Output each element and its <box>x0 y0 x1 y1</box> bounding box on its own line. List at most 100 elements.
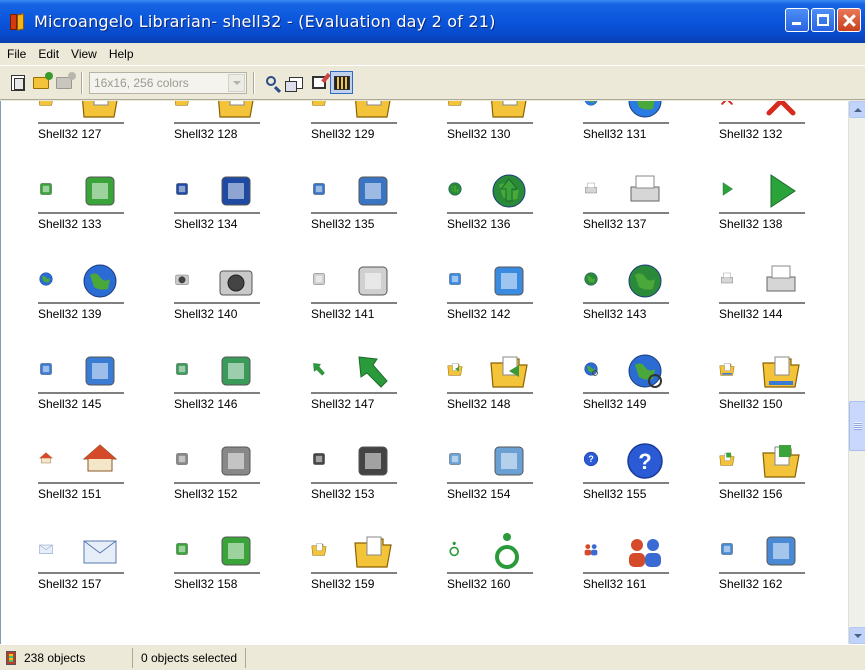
icon-grid: Shell32 127 Shell32 128 Shell32 129 Shell32… <box>38 101 805 591</box>
icon-cell[interactable]: Shell32 129 <box>311 101 397 141</box>
icon-cell[interactable]: Shell32 137 <box>583 175 669 231</box>
icon-cell[interactable]: Shell32 135 <box>311 176 397 231</box>
clock-green-icon <box>221 536 251 566</box>
icon-label: Shell32 161 <box>583 577 647 591</box>
icon-cell[interactable]: Shell32 149 <box>583 354 669 411</box>
folder-icon <box>55 71 76 89</box>
scanner-icon <box>766 265 796 292</box>
icon-cell[interactable]: Shell32 148 <box>447 356 533 411</box>
icon-cell[interactable]: Shell32 158 <box>174 536 260 591</box>
clock-bin-icon <box>449 453 461 465</box>
icon-cell[interactable]: Shell32 145 <box>38 356 124 411</box>
disc-arm-icon <box>313 453 325 465</box>
icon-cell[interactable]: Shell32 143 <box>583 264 669 321</box>
icon-cell[interactable]: Shell32 157 <box>38 540 124 591</box>
icon-format-value: 16x16, 256 colors <box>94 75 189 90</box>
minimize-button[interactable] <box>785 8 809 32</box>
menu-help[interactable]: Help <box>103 43 140 65</box>
clock-bin-icon <box>494 446 524 476</box>
icon-cell[interactable]: Shell32 128 <box>174 101 260 141</box>
red-x-icon <box>721 101 733 105</box>
icon-cell[interactable]: Shell32 146 <box>174 356 260 411</box>
icon-cell[interactable]: Shell32 142 <box>447 266 533 321</box>
icon-cell[interactable]: ? ? Shell32 155 <box>583 443 669 501</box>
icon-cell[interactable]: Shell32 131 <box>583 101 669 141</box>
icon-cell[interactable]: Shell32 138 <box>719 174 805 231</box>
icon-label: Shell32 143 <box>583 307 647 321</box>
menu-edit[interactable]: Edit <box>32 43 65 65</box>
play-icon <box>722 182 733 196</box>
windows-button[interactable] <box>284 71 307 94</box>
folder-arrows-icon <box>490 356 528 388</box>
icon-label: Shell32 140 <box>174 307 238 321</box>
title-bar[interactable]: Microangelo Librarian- shell32 - (Evalua… <box>0 0 865 43</box>
status-selection: 0 objects selected <box>133 647 247 668</box>
icon-label: Shell32 138 <box>719 217 783 231</box>
icon-label: Shell32 145 <box>38 397 102 411</box>
scroll-thumb[interactable] <box>849 401 865 451</box>
vertical-scrollbar[interactable] <box>848 101 865 644</box>
chevron-down-icon[interactable] <box>228 73 245 92</box>
icon-cell[interactable]: Shell32 147 <box>311 356 397 411</box>
edit-button[interactable] <box>307 71 330 94</box>
icon-cell[interactable]: Shell32 161 <box>583 539 669 591</box>
zoom-button[interactable] <box>261 71 284 94</box>
icon-cell[interactable]: Shell32 160 <box>447 533 533 591</box>
clock-disc-icon <box>176 453 188 465</box>
globe-frame-icon <box>584 272 598 286</box>
icon-cell[interactable]: Shell32 150 <box>719 356 805 411</box>
icon-cell[interactable]: Shell32 127 <box>38 101 124 141</box>
icon-cell[interactable]: Shell32 156 <box>719 445 805 501</box>
icon-cell[interactable]: Shell32 130 <box>447 101 533 141</box>
help-icon: ? <box>583 451 599 467</box>
icon-cell[interactable]: Shell32 154 <box>447 446 533 501</box>
house-net-icon <box>39 452 53 464</box>
icon-cell[interactable]: Shell32 162 <box>719 536 805 591</box>
traffic-light-icon <box>6 650 16 665</box>
icon-cell[interactable]: Shell32 136 <box>447 174 533 231</box>
icon-cell[interactable]: Shell32 151 <box>38 444 124 501</box>
icon-cell[interactable]: Shell32 134 <box>174 176 260 231</box>
icon-cell[interactable]: Shell32 133 <box>38 176 124 231</box>
house-net-icon <box>82 444 118 472</box>
disabled-folder-button[interactable] <box>52 71 76 94</box>
red-x-icon <box>766 101 796 116</box>
icon-label: Shell32 132 <box>719 127 783 141</box>
icon-label: Shell32 139 <box>38 307 102 321</box>
icon-list[interactable]: Shell32 127 Shell32 128 Shell32 129 Shell32… <box>0 101 848 644</box>
users-icon <box>584 544 598 556</box>
close-button[interactable] <box>837 8 861 32</box>
printer-icon <box>585 182 597 194</box>
icon-label: Shell32 156 <box>719 487 783 501</box>
menu-view[interactable]: View <box>65 43 103 65</box>
icon-format-select[interactable]: 16x16, 256 colors <box>89 71 247 94</box>
icon-cell[interactable]: Shell32 139 <box>38 264 124 321</box>
icon-label: Shell32 162 <box>719 577 783 591</box>
icon-cell[interactable]: Shell32 144 <box>719 265 805 321</box>
icon-cell[interactable]: Shell32 141 <box>311 266 397 321</box>
icon-cell[interactable]: Shell32 153 <box>311 446 397 501</box>
icon-cell[interactable]: Shell32 152 <box>174 446 260 501</box>
app-icon[interactable] <box>8 12 28 32</box>
scroll-up-button[interactable] <box>849 101 865 118</box>
edit-icon <box>311 76 326 89</box>
recycle-icon <box>176 363 188 375</box>
menu-file[interactable]: File <box>0 43 32 65</box>
recycle-icon <box>221 356 251 386</box>
scroll-down-button[interactable] <box>849 627 865 644</box>
globe-windows-icon <box>628 101 662 118</box>
icon-cell[interactable]: Shell32 132 <box>719 101 805 141</box>
maximize-button[interactable] <box>811 8 835 32</box>
doc-arrow-icon <box>40 183 52 195</box>
documents-icon <box>358 176 388 206</box>
icon-cell[interactable]: Shell32 140 <box>174 270 260 321</box>
icon-label: Shell32 147 <box>311 397 375 411</box>
app-window: Microangelo Librarian- shell32 - (Evalua… <box>0 0 865 670</box>
icon-label: Shell32 135 <box>311 217 375 231</box>
icon-cell[interactable]: Shell32 159 <box>311 536 397 591</box>
view-icons-button[interactable] <box>330 71 353 94</box>
open-library-button[interactable] <box>6 71 29 94</box>
mail-icon <box>83 540 117 564</box>
folder-doc-icon <box>174 101 189 106</box>
open-folder-button[interactable] <box>29 71 53 94</box>
